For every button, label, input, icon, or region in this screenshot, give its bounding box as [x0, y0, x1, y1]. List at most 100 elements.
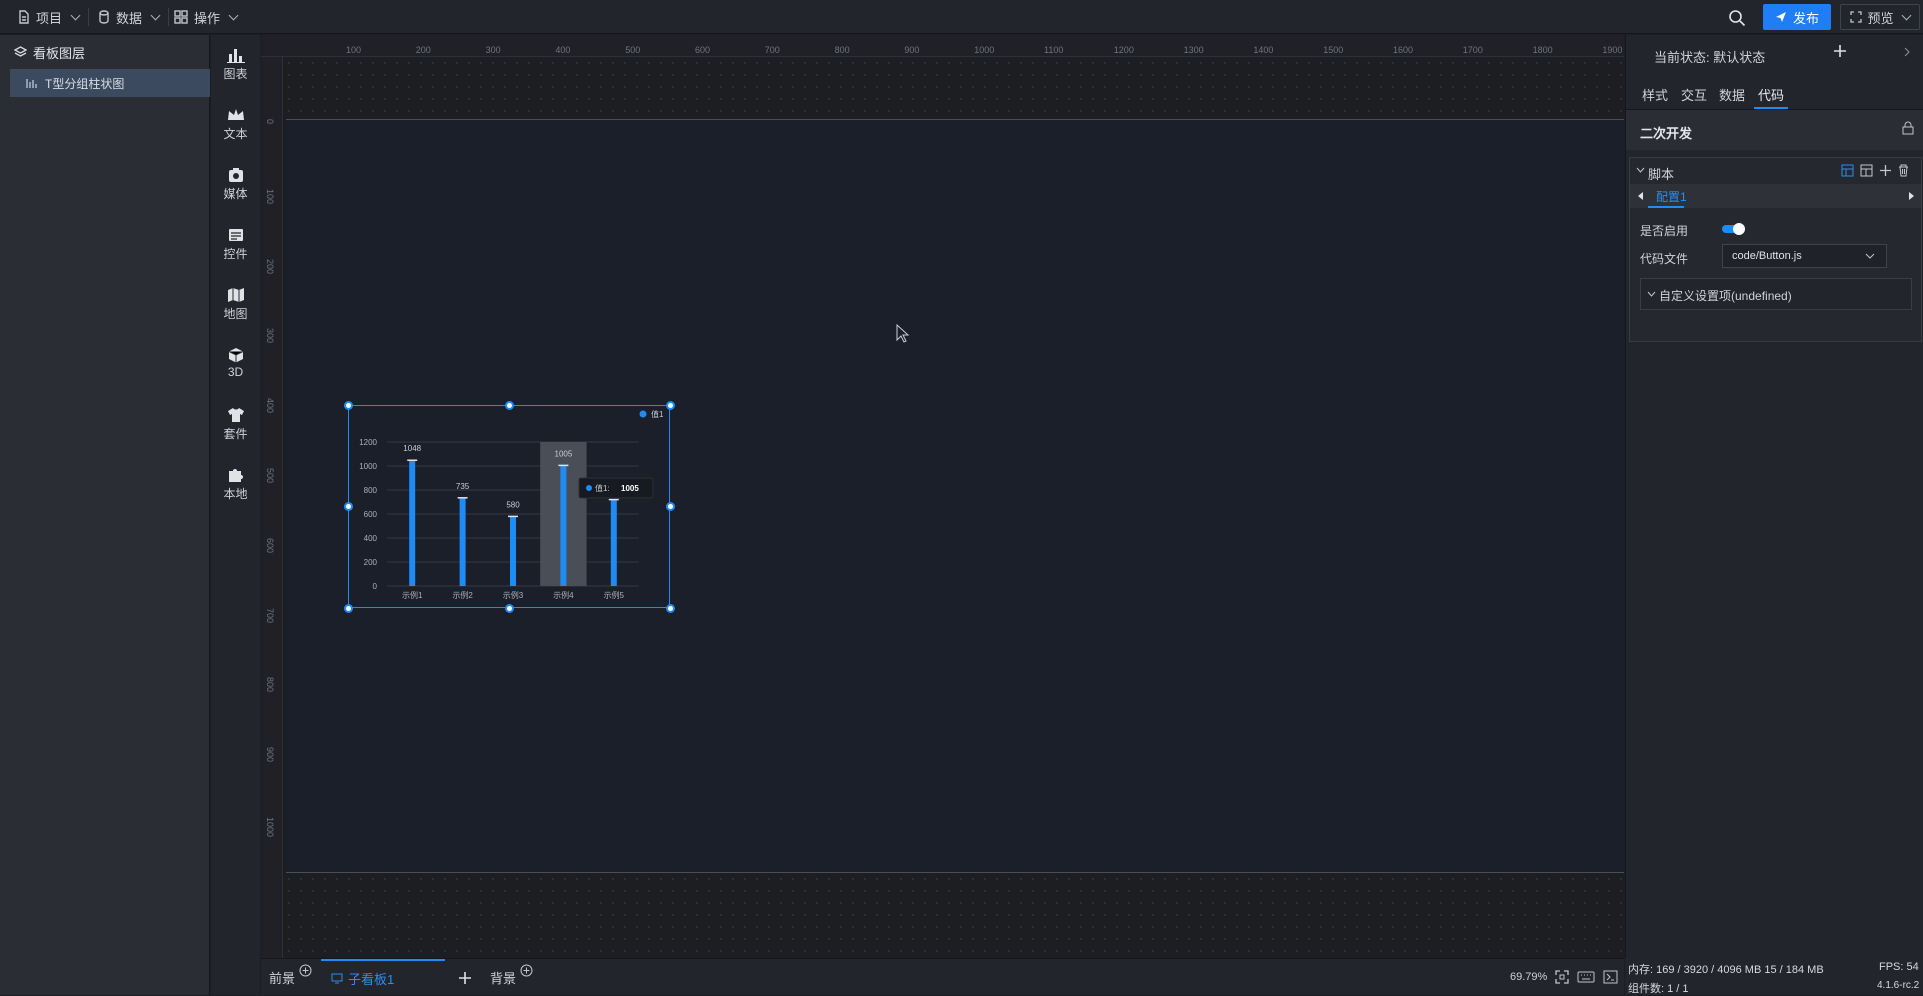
- add-state-icon[interactable]: [1833, 44, 1847, 58]
- ruler-tick: 400: [265, 398, 275, 414]
- ruler-tick: 700: [764, 45, 780, 55]
- add-circle-icon[interactable]: [299, 964, 312, 977]
- database-icon: [99, 10, 109, 24]
- config-tab[interactable]: 配置1: [1656, 188, 1687, 205]
- properties-panel: 当前状态: 默认状态 样式 交互 数据 代码 二次开发 脚本 配置1 是否启用 …: [1625, 35, 1923, 958]
- arrow-right-icon[interactable]: [1909, 192, 1915, 200]
- y-tick-label: 1000: [359, 462, 377, 471]
- layer-item[interactable]: T型分组柱状图: [10, 69, 210, 97]
- shirt-icon: [227, 408, 244, 422]
- y-tick-label: 0: [373, 582, 378, 591]
- component-control[interactable]: 控件: [211, 227, 260, 262]
- menu-project[interactable]: 项目: [8, 0, 90, 34]
- chevron-down-icon: [1865, 253, 1875, 259]
- component-kit[interactable]: 套件: [211, 407, 260, 442]
- tab-sub-board[interactable]: 子看板1: [321, 959, 445, 996]
- x-tick-label: 示例4: [553, 590, 574, 600]
- table-icon[interactable]: [1841, 164, 1854, 177]
- resize-handle-t[interactable]: [505, 401, 514, 410]
- tab-data[interactable]: 数据: [1719, 85, 1745, 104]
- x-tick-label: 示例1: [402, 590, 423, 600]
- search-icon[interactable]: [1728, 9, 1746, 27]
- delete-icon[interactable]: [1897, 164, 1910, 177]
- tooltip-marker: [586, 485, 592, 491]
- ruler-left: 0 100 200 300 400 500 600 700 800 900 1000: [261, 57, 283, 958]
- resize-handle-r[interactable]: [666, 502, 675, 511]
- component-text[interactable]: 文本: [211, 107, 260, 142]
- menu-operation[interactable]: 操作: [164, 0, 247, 34]
- keyboard-icon[interactable]: [1577, 971, 1595, 983]
- menu-data[interactable]: 数据: [88, 0, 170, 34]
- add-script-icon[interactable]: [1879, 164, 1892, 177]
- bar: [610, 499, 617, 586]
- component-bar: 图表 文本 媒体 控件 地图 3D 套件 本地: [211, 35, 260, 995]
- tab-foreground[interactable]: 前景: [269, 959, 295, 996]
- terminal-icon[interactable]: [1603, 970, 1618, 984]
- component-media[interactable]: 媒体: [211, 167, 260, 202]
- ruler-tick: 1800: [1532, 45, 1553, 55]
- ruler-tick: 100: [346, 45, 362, 55]
- ruler-tick: 900: [265, 747, 275, 763]
- media-icon: [228, 168, 243, 182]
- arrow-left-icon[interactable]: [1638, 192, 1644, 200]
- resize-handle-tr[interactable]: [666, 401, 675, 410]
- chart-widget[interactable]: 0 200 400 600 800 1000 1200 1048 示例1 735 示例2 580 示例3…: [344, 401, 675, 613]
- bottom-bar: 前景 子看板1 背景 69.79%: [261, 958, 1624, 995]
- layout-icon[interactable]: [1860, 164, 1873, 177]
- tab-interaction[interactable]: 交互: [1681, 85, 1707, 104]
- resize-handle-l[interactable]: [344, 502, 353, 511]
- bar-chart: 0 200 400 600 800 1000 1200 1048 示例1 735 示例2 580 示例3…: [359, 409, 664, 600]
- component-chart[interactable]: 图表: [211, 47, 260, 82]
- ruler-tick: 1500: [1323, 45, 1344, 55]
- tab-style[interactable]: 样式: [1642, 85, 1668, 104]
- add-icon[interactable]: [458, 971, 472, 985]
- ruler-tick: 200: [265, 258, 275, 274]
- resize-handle-bl[interactable]: [344, 604, 353, 613]
- ruler-tick: 200: [415, 45, 431, 55]
- status-bar: 内存: 169 / 3920 / 4096 MB 15 / 184 MB FPS…: [1625, 958, 1923, 995]
- chevron-down-icon[interactable]: [1636, 167, 1645, 174]
- component-local[interactable]: 本地: [211, 467, 260, 502]
- code-file-select[interactable]: code/Button.js: [1722, 244, 1887, 268]
- resize-handle-b[interactable]: [505, 604, 514, 613]
- ruler-tick: 400: [555, 45, 571, 55]
- zoom-level[interactable]: 69.79%: [1510, 971, 1547, 983]
- ruler-tick: 1300: [1183, 45, 1204, 55]
- publish-button[interactable]: 发布: [1763, 4, 1831, 30]
- x-tick-label: 示例5: [604, 590, 625, 600]
- add-circle-icon[interactable]: [520, 964, 533, 977]
- resize-handle-br[interactable]: [666, 604, 675, 613]
- bar: [409, 460, 416, 586]
- ruler-top: 100 200 300 400 500 600 700 800 900 1000 1100 1200 1…: [261, 35, 1624, 57]
- data-label: 1048: [403, 444, 421, 453]
- crown-icon: [227, 109, 244, 120]
- ruler-tick: 800: [834, 45, 850, 55]
- section-title: 二次开发: [1640, 126, 1693, 141]
- enable-toggle[interactable]: [1722, 223, 1745, 235]
- y-tick-label: 600: [364, 510, 378, 519]
- data-label: 580: [506, 500, 520, 509]
- resize-handle-tl[interactable]: [344, 401, 353, 410]
- component-3d[interactable]: 3D: [211, 347, 260, 379]
- component-map[interactable]: 地图: [211, 287, 260, 322]
- ruler-tick: 600: [695, 45, 711, 55]
- control-icon: [228, 229, 243, 241]
- ruler-tick: 1700: [1462, 45, 1483, 55]
- fit-screen-icon[interactable]: [1555, 970, 1569, 984]
- cube-icon: [228, 348, 243, 363]
- ruler-tick: 800: [265, 677, 275, 693]
- lock-icon[interactable]: [1902, 121, 1914, 135]
- ruler-tick: 300: [265, 328, 275, 344]
- layers-header: 看板图层: [0, 35, 209, 69]
- send-icon: [1775, 12, 1786, 22]
- chevron-right-icon[interactable]: [1903, 47, 1911, 57]
- ruler-tick: 1100: [1044, 45, 1064, 55]
- script-title: 脚本: [1648, 167, 1675, 182]
- bar: [459, 497, 466, 586]
- component-count: 组件数: 1 / 1: [1628, 983, 1689, 995]
- chart-icon: [226, 49, 245, 63]
- custom-settings-collapse[interactable]: 自定义设置项(undefined): [1640, 278, 1912, 310]
- preview-button[interactable]: 预览: [1840, 4, 1920, 30]
- tab-code[interactable]: 代码: [1758, 85, 1784, 104]
- tab-background[interactable]: 背景: [490, 959, 516, 996]
